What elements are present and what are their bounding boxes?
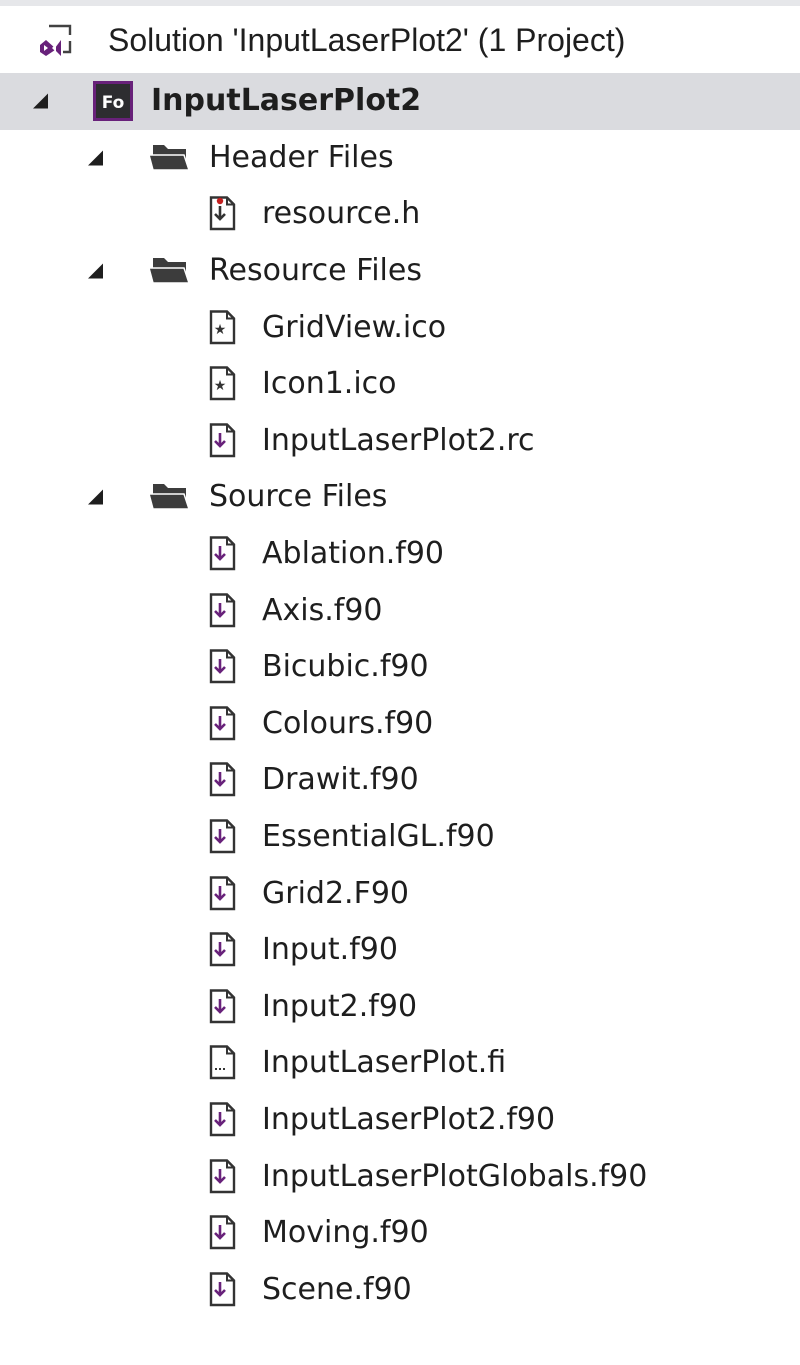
- source-file-icon: [209, 1215, 237, 1251]
- folder-label: Header Files: [209, 139, 394, 175]
- file-node[interactable]: Grid2.F90: [0, 865, 800, 922]
- icon-file-icon: ★: [209, 309, 237, 346]
- project-label: InputLaserPlot2: [151, 83, 422, 119]
- file-node[interactable]: InputLaserPlot.fi: [0, 1035, 800, 1092]
- folder-icon: [148, 481, 192, 513]
- file-node[interactable]: Bicubic.f90: [0, 639, 800, 696]
- header-file-icon: [209, 196, 237, 232]
- file-node[interactable]: ★ GridView.ico: [0, 299, 800, 356]
- icon-file-icon: ★: [209, 366, 237, 402]
- file-label: GridView.ico: [262, 309, 447, 345]
- file-node[interactable]: resource.h: [0, 186, 800, 243]
- file-label: Icon1.ico: [262, 366, 397, 402]
- folder-label: Resource Files: [209, 253, 422, 289]
- file-label: Colours.f90: [262, 705, 434, 741]
- source-file-icon: [209, 1102, 237, 1138]
- folder-icon: [148, 142, 192, 174]
- expand-collapse-icon[interactable]: [33, 93, 48, 109]
- include-file-icon: [209, 1045, 237, 1081]
- file-node[interactable]: Ablation.f90: [0, 526, 800, 583]
- visual-studio-solution-icon: [38, 23, 78, 57]
- file-node[interactable]: ★ Icon1.ico: [0, 356, 800, 413]
- file-label: InputLaserPlotGlobals.f90: [262, 1158, 648, 1194]
- project-node[interactable]: Fo InputLaserPlot2: [0, 73, 800, 130]
- source-file-icon: [209, 706, 237, 742]
- file-node[interactable]: Scene.f90: [0, 1261, 800, 1318]
- solution-label: Solution 'InputLaserPlot2' (1 Project): [108, 21, 626, 58]
- file-label: Bicubic.f90: [262, 649, 429, 685]
- folder-node-resource-files[interactable]: Resource Files: [0, 243, 800, 300]
- file-label: InputLaserPlot2.f90: [262, 1101, 556, 1137]
- solution-node[interactable]: Solution 'InputLaserPlot2' (1 Project): [0, 6, 800, 73]
- file-label: Axis.f90: [262, 592, 383, 628]
- file-label: Grid2.F90: [262, 875, 410, 911]
- file-node[interactable]: Colours.f90: [0, 696, 800, 753]
- source-file-icon: [209, 989, 237, 1025]
- svg-text:★: ★: [214, 378, 227, 394]
- file-node[interactable]: Moving.f90: [0, 1205, 800, 1262]
- expand-collapse-icon[interactable]: [88, 150, 103, 166]
- fortran-project-icon: Fo: [93, 81, 133, 122]
- folder-label: Source Files: [209, 479, 388, 515]
- file-label: Ablation.f90: [262, 536, 445, 572]
- file-node[interactable]: InputLaserPlot2.f90: [0, 1092, 800, 1149]
- file-label: Drawit.f90: [262, 762, 419, 798]
- folder-icon: [148, 255, 192, 287]
- expand-collapse-icon[interactable]: [88, 489, 103, 505]
- source-file-icon: [209, 932, 237, 968]
- svg-text:★: ★: [214, 322, 227, 338]
- file-node[interactable]: Input.f90: [0, 922, 800, 979]
- file-node[interactable]: InputLaserPlot2.rc: [0, 413, 800, 470]
- solution-explorer-tree: Solution 'InputLaserPlot2' (1 Project) Fo…: [0, 6, 800, 1318]
- source-file-icon: [209, 1158, 237, 1195]
- file-node[interactable]: EssentialGL.f90: [0, 809, 800, 866]
- source-file-icon: [209, 819, 237, 855]
- file-label: Input.f90: [262, 932, 398, 968]
- folder-node-source-files[interactable]: Source Files: [0, 469, 800, 526]
- file-label: InputLaserPlot.fi: [262, 1045, 507, 1081]
- file-label: resource.h: [262, 196, 421, 232]
- folder-node-header-files[interactable]: Header Files: [0, 130, 800, 187]
- file-label: Input2.f90: [262, 988, 418, 1024]
- source-file-icon: [209, 649, 237, 685]
- svg-text:Fo: Fo: [102, 93, 125, 113]
- file-node[interactable]: Drawit.f90: [0, 752, 800, 809]
- source-file-icon: [209, 536, 237, 572]
- source-file-icon: [209, 423, 237, 459]
- file-node[interactable]: InputLaserPlotGlobals.f90: [0, 1148, 800, 1205]
- file-node[interactable]: Axis.f90: [0, 582, 800, 639]
- file-node[interactable]: Input2.f90: [0, 979, 800, 1036]
- expand-collapse-icon[interactable]: [88, 263, 103, 279]
- file-label: Scene.f90: [262, 1271, 412, 1307]
- file-label: InputLaserPlot2.rc: [262, 422, 535, 458]
- source-file-icon: [209, 592, 237, 629]
- source-file-icon: [209, 1272, 237, 1308]
- source-file-icon: [209, 875, 237, 912]
- file-label: Moving.f90: [262, 1215, 429, 1251]
- file-label: EssentialGL.f90: [262, 819, 495, 855]
- source-file-icon: [209, 762, 237, 798]
